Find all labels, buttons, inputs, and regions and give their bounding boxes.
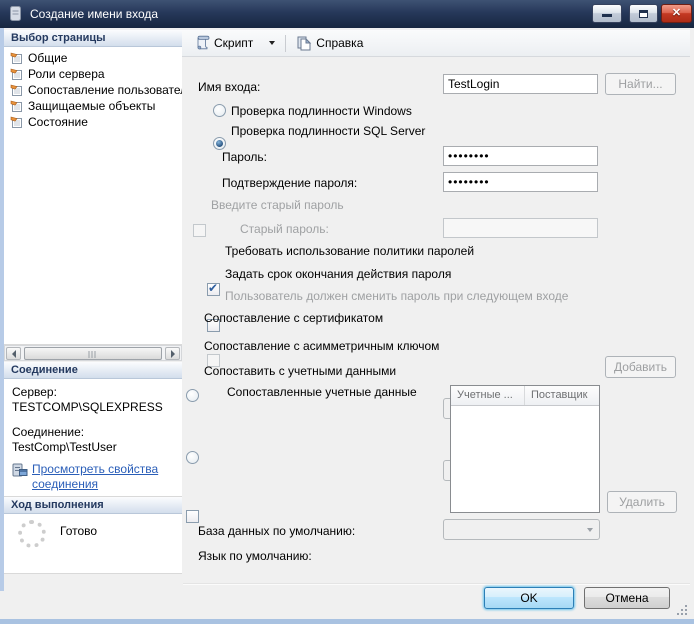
enforce-policy-checkbox[interactable]: [207, 281, 220, 296]
close-icon: ✕: [671, 7, 682, 19]
remove-button[interactable]: Удалить: [607, 491, 677, 513]
sql-auth-radio[interactable]: [213, 137, 226, 150]
toolbar-separator: [285, 34, 287, 52]
progress-spinner-icon: [18, 520, 46, 548]
minimize-button[interactable]: [592, 4, 622, 23]
help-button[interactable]: Справка: [292, 33, 367, 53]
cancel-button[interactable]: Отмена: [584, 587, 670, 609]
default-language-label: Язык по умолчанию:: [198, 549, 312, 563]
specify-old-password-checkbox[interactable]: [193, 224, 206, 237]
pages-list: Общие Роли сервера Сопоставление пользов…: [4, 47, 182, 345]
windows-auth-label: Проверка подлинности Windows: [231, 104, 412, 118]
page-icon: [10, 84, 25, 97]
find-button[interactable]: Найти...: [605, 73, 676, 95]
script-icon: [194, 35, 210, 51]
server-label: Сервер:: [12, 385, 57, 399]
login-name-label: Имя входа:: [198, 80, 261, 94]
script-button-label: Скрипт: [214, 36, 254, 50]
credential-combo[interactable]: [443, 519, 600, 540]
scroll-right-icon: [170, 350, 175, 358]
script-button[interactable]: Скрипт: [190, 33, 257, 53]
confirm-password-input[interactable]: [443, 172, 598, 192]
pages-header: Выбор страницы: [4, 30, 182, 47]
sql-auth-label: Проверка подлинности SQL Server: [231, 124, 426, 138]
server-value: TESTCOMP\SQLEXPRESS: [12, 400, 163, 414]
window-border-bottom: [0, 619, 694, 624]
page-icon: [10, 68, 25, 81]
asymmetric-key-radio[interactable]: [186, 451, 199, 464]
pages-horizontal-scrollbar[interactable]: [4, 345, 182, 361]
certificate-radio[interactable]: [186, 389, 199, 402]
confirm-password-label: Подтверждение пароля:: [222, 176, 358, 190]
progress-status: Готово: [60, 524, 98, 538]
help-icon: [296, 35, 312, 51]
connection-value: TestComp\TestUser: [12, 440, 117, 454]
sidebar-item-label: Сопоставление пользователей: [28, 83, 182, 97]
chevron-down-icon: [269, 41, 276, 45]
specify-old-password-label: Введите старый пароль: [211, 198, 344, 212]
mapped-credentials-label: Сопоставленные учетные данные: [227, 385, 417, 399]
close-button[interactable]: ✕: [661, 4, 692, 23]
column-header-credential[interactable]: Учетные ...: [451, 386, 525, 405]
asymmetric-key-label: Сопоставление с асимметричным ключом: [204, 339, 440, 353]
column-header-provider[interactable]: Поставщик: [525, 386, 599, 405]
password-label: Пароль:: [222, 150, 267, 164]
add-button[interactable]: Добавить: [605, 356, 676, 378]
sidebar-item-securables[interactable]: Защищаемые объекты: [4, 98, 182, 114]
sidebar-item-server-roles[interactable]: Роли сервера: [4, 66, 182, 82]
map-credential-checkbox[interactable]: [186, 510, 199, 523]
sidebar-item-label: Роли сервера: [28, 67, 105, 81]
view-connection-properties-link[interactable]: Просмотреть свойства соединения: [32, 462, 170, 492]
map-credential-label: Сопоставить с учетными данными: [204, 364, 397, 378]
password-input[interactable]: [443, 146, 598, 166]
sidebar-item-label: Защищаемые объекты: [28, 99, 156, 113]
progress-panel: Готово: [4, 514, 182, 574]
sidebar-item-status[interactable]: Состояние: [4, 114, 182, 130]
old-password-label: Старый пароль:: [240, 222, 329, 236]
credentials-table-header: Учетные ... Поставщик: [451, 386, 599, 406]
page-icon: [10, 100, 25, 113]
login-name-input[interactable]: [443, 74, 598, 94]
sidebar-item-label: Состояние: [28, 115, 88, 129]
page-icon: [10, 52, 25, 65]
window-title: Создание имени входа: [30, 7, 159, 21]
titlebar[interactable]: Создание имени входа ✕: [0, 0, 694, 28]
credentials-table[interactable]: Учетные ... Поставщик: [450, 385, 600, 513]
create-login-dialog: Создание имени входа ✕ Выбор страницы Об…: [0, 0, 694, 624]
windows-auth-radio[interactable]: [213, 104, 226, 117]
scroll-right-button[interactable]: [165, 347, 180, 360]
must-change-password-label: Пользователь должен сменить пароль при с…: [225, 289, 569, 303]
scroll-left-button[interactable]: [6, 347, 21, 360]
enforce-policy-label: Требовать использование политики паролей: [225, 244, 475, 258]
view-connection-properties-icon: [12, 462, 32, 492]
toolbar: Скрипт Справка: [182, 30, 690, 57]
sidebar-item-label: Общие: [28, 51, 68, 65]
script-dropdown-button[interactable]: [265, 39, 279, 47]
scroll-left-icon: [11, 350, 16, 358]
connection-label: Соединение:: [12, 425, 85, 439]
connection-panel: Сервер: TESTCOMP\SQLEXPRESS Соединение: …: [4, 379, 182, 497]
window-icon: [9, 5, 22, 22]
maximize-button[interactable]: [629, 4, 658, 23]
enforce-expiration-label: Задать срок окончания действия пароля: [225, 267, 452, 281]
footer-separator: [183, 583, 690, 585]
minimize-icon: [602, 14, 612, 17]
resize-grip[interactable]: [676, 604, 688, 616]
ok-button[interactable]: OK: [484, 587, 574, 609]
sidebar-item-general[interactable]: Общие: [4, 50, 182, 66]
scrollbar-grip-icon: [88, 351, 98, 358]
certificate-label: Сопоставление с сертификатом: [204, 311, 384, 325]
help-button-label: Справка: [316, 36, 364, 50]
progress-header: Ход выполнения: [4, 497, 182, 514]
old-password-input[interactable]: [443, 218, 598, 238]
connection-header: Соединение: [4, 362, 182, 379]
page-icon: [10, 116, 25, 129]
maximize-icon: [639, 10, 648, 18]
default-database-label: База данных по умолчанию:: [198, 524, 356, 538]
sidebar-item-user-mapping[interactable]: Сопоставление пользователей: [4, 82, 182, 98]
combo-arrow-icon: [587, 528, 593, 532]
scrollbar-thumb[interactable]: [24, 347, 162, 360]
